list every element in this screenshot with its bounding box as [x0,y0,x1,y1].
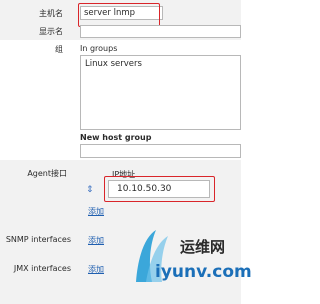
snmp-add-link[interactable]: 添加 [88,235,104,246]
host-name-highlight [78,3,160,27]
groups-label: 组 [55,45,63,54]
visible-name-input[interactable] [80,25,241,38]
watermark-brand: 运维网 [180,238,226,256]
new-host-group-input[interactable] [80,144,241,158]
drag-handle-icon[interactable]: ⇕ [86,185,94,195]
jmx-add-link[interactable]: 添加 [88,264,104,275]
jmx-interfaces-label: JMX interfaces [13,264,71,273]
in-groups-label: In groups [80,44,118,53]
watermark-site: iyunv.com [155,262,252,282]
visible-name-label: 显示名 [39,27,63,36]
group-item[interactable]: Linux servers [85,59,236,70]
agent-add-link[interactable]: 添加 [88,206,104,217]
agent-interfaces-label: Agent接口 [27,169,67,178]
host-name-label: 主机名 [39,9,63,18]
snmp-interfaces-label: SNMP interfaces [5,235,71,244]
in-groups-list[interactable]: Linux servers [80,55,241,130]
agent-ip-highlight [104,176,215,202]
new-host-group-label: New host group [80,133,152,142]
